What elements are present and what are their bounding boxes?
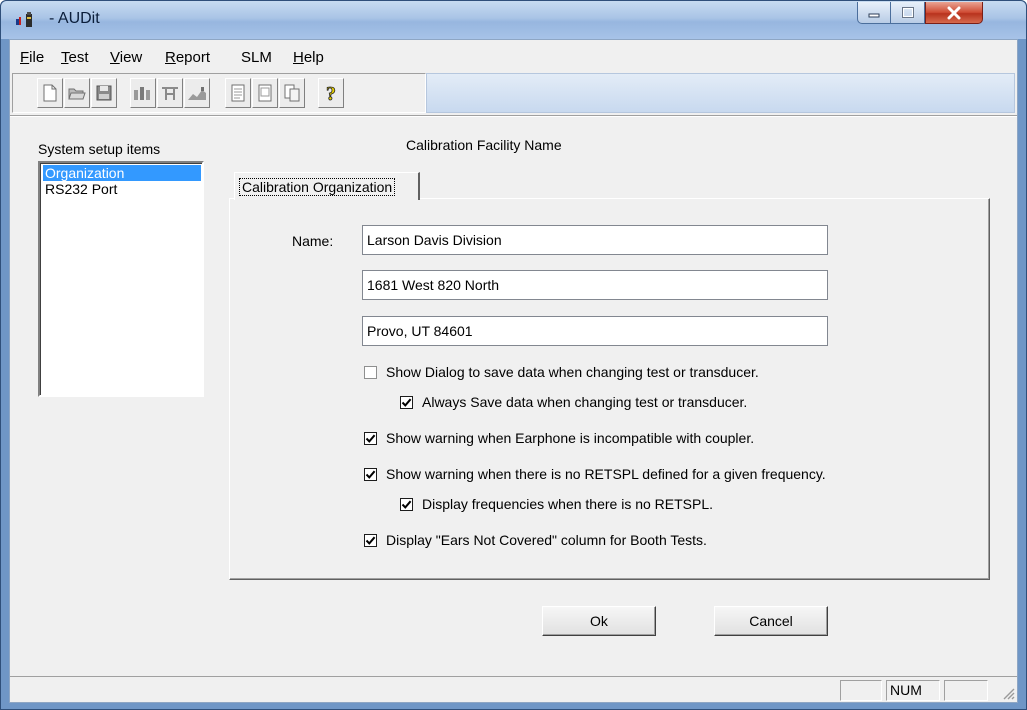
meter-icon (134, 87, 150, 100)
setup-item-organization[interactable]: Organization (43, 165, 201, 181)
report-button[interactable] (225, 78, 251, 108)
retspl-warning-checkbox[interactable]: Show warning when there is no RETSPL def… (364, 466, 826, 482)
name-line1-input[interactable]: Larson Davis Division (362, 225, 828, 255)
tab-panel (229, 198, 990, 580)
report-print-button[interactable] (279, 78, 305, 108)
maximize-button[interactable] (891, 2, 925, 24)
report-icon (231, 84, 245, 102)
transducer-icon (162, 87, 178, 100)
open-button[interactable] (64, 78, 90, 108)
app-window: - AUDit File Test View Report SLM Help ?… (0, 0, 1027, 710)
meter-button[interactable] (130, 78, 156, 108)
setup-items-list[interactable]: Organization RS232 Port (38, 161, 204, 397)
status-bar: NUM (10, 676, 1017, 702)
client-area: File Test View Report SLM Help ? System … (9, 39, 1018, 703)
save-button[interactable] (91, 78, 117, 108)
status-pane-empty (840, 680, 882, 701)
checkbox-label: Show warning when Earphone is incompatib… (386, 430, 755, 446)
title-bar[interactable]: - AUDit (1, 1, 1026, 39)
show-save-dialog-checkbox[interactable]: Show Dialog to save data when changing t… (364, 364, 759, 380)
transducer-button[interactable] (157, 78, 183, 108)
checkbox-label: Display "Ears Not Covered" column for Bo… (386, 532, 707, 548)
toolbar: ? (12, 73, 1015, 113)
name-label: Name: (292, 233, 334, 249)
status-pane-empty (944, 680, 988, 701)
status-num: NUM (886, 680, 940, 701)
chart-button[interactable] (184, 78, 210, 108)
new-file-icon (43, 84, 57, 102)
checkbox-box (364, 533, 377, 547)
facility-name-heading: Calibration Facility Name (406, 137, 562, 153)
tab-label: Calibration Organization (239, 178, 396, 196)
close-button[interactable] (925, 2, 983, 24)
display-frequencies-checkbox[interactable]: Display frequencies when there is no RET… (400, 496, 713, 512)
menu-file[interactable]: File (20, 49, 44, 66)
open-folder-icon (68, 88, 86, 100)
earphone-warning-checkbox[interactable]: Show warning when Earphone is incompatib… (364, 430, 754, 446)
cancel-button[interactable]: Cancel (714, 606, 828, 636)
menu-bar: File Test View Report SLM Help (10, 40, 1017, 72)
checkbox-label: Show Dialog to save data when changing t… (386, 364, 759, 380)
maximize-icon (901, 6, 914, 18)
checkbox-label: Always Save data when changing test or t… (422, 394, 748, 410)
checkmark-icon (365, 536, 376, 545)
help-button[interactable]: ? (318, 78, 344, 108)
setup-item-rs232-port[interactable]: RS232 Port (43, 181, 201, 197)
save-disk-icon (96, 85, 112, 101)
setup-items-label: System setup items (38, 141, 161, 157)
help-icon: ? (326, 83, 337, 103)
toolbar-buttons: ? (12, 73, 426, 113)
resize-grip-icon[interactable] (1001, 686, 1015, 700)
menu-view[interactable]: View (110, 49, 142, 66)
checkbox-box (364, 365, 377, 379)
report-view-button[interactable] (252, 78, 278, 108)
menu-slm[interactable]: SLM (241, 49, 272, 66)
checkbox-box (364, 431, 377, 445)
address-line2-input[interactable]: 1681 West 820 North (362, 270, 828, 300)
address-line3-input[interactable]: Provo, UT 84601 (362, 316, 828, 346)
close-icon (947, 6, 961, 19)
svg-text:?: ? (326, 83, 336, 103)
checkmark-icon (401, 398, 412, 407)
checkbox-label: Display frequencies when there is no RET… (422, 496, 714, 512)
minimize-icon (868, 13, 880, 17)
new-button[interactable] (37, 78, 63, 108)
chart-icon (188, 87, 206, 100)
report-view-icon (258, 84, 272, 102)
minimize-button[interactable] (857, 2, 891, 24)
checkbox-label: Show warning when there is no RETSPL def… (386, 466, 826, 482)
checkbox-box (400, 395, 413, 409)
checkbox-box (364, 467, 377, 481)
toolbar-separator (10, 115, 1017, 117)
toolbar-empty-area (426, 73, 1015, 113)
tab-calibration-organization[interactable]: Calibration Organization (234, 172, 420, 200)
report-print-icon (284, 84, 300, 102)
menu-report[interactable]: Report (165, 49, 210, 66)
checkbox-box (400, 497, 413, 511)
app-icon (16, 12, 32, 27)
checkmark-icon (401, 500, 412, 509)
checkmark-icon (365, 470, 376, 479)
menu-help[interactable]: Help (293, 49, 324, 66)
menu-test[interactable]: Test (61, 49, 89, 66)
checkmark-icon (365, 434, 376, 443)
window-title: - AUDit (49, 10, 100, 27)
ok-button[interactable]: Ok (542, 606, 656, 636)
ears-not-covered-checkbox[interactable]: Display "Ears Not Covered" column for Bo… (364, 532, 707, 548)
always-save-checkbox[interactable]: Always Save data when changing test or t… (400, 394, 747, 410)
